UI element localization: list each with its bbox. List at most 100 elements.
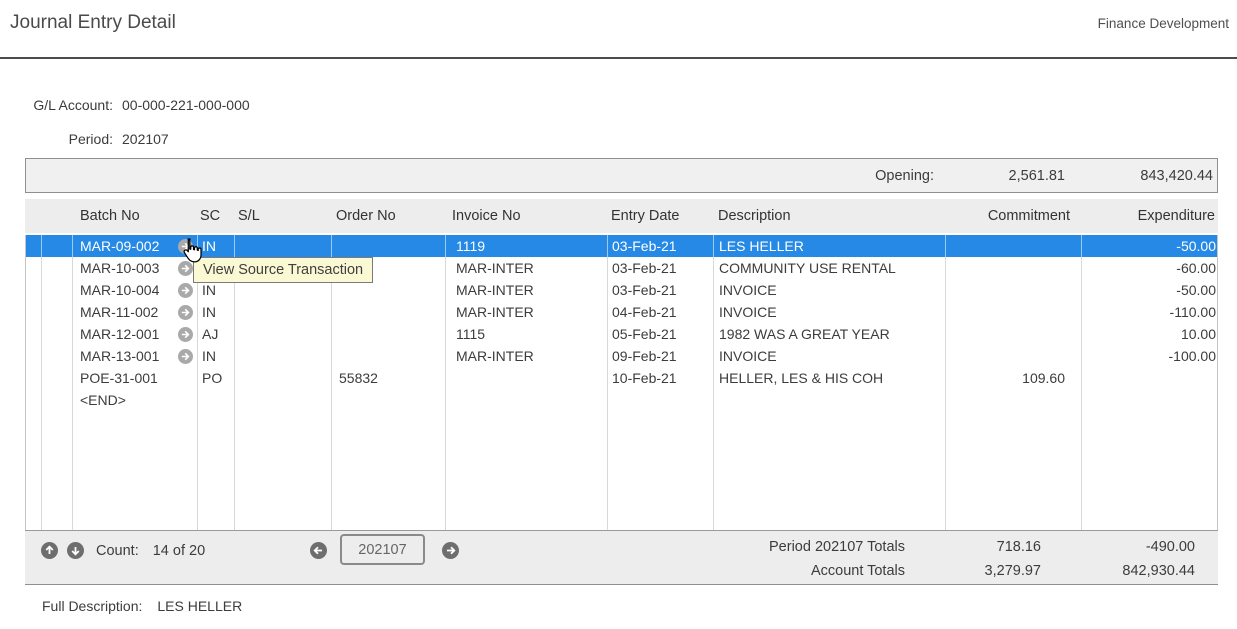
account-totals-commitment: 3,279.97: [945, 563, 1081, 579]
cell-expenditure: [1082, 367, 1219, 389]
cell-sc: PO: [198, 367, 235, 389]
cell-batch-no: <END>: [80, 392, 178, 408]
col-header-entry-date: Entry Date: [607, 208, 713, 224]
period-totals-label: Period 202107 Totals: [25, 539, 945, 555]
cell-expenditure: -60.00: [1082, 257, 1219, 279]
cell-invoice-no: 1115: [446, 323, 608, 345]
cell-description: COMMUNITY USE RENTAL: [714, 257, 946, 279]
account-totals-expenditure: 842,930.44: [1081, 563, 1218, 579]
period-label: Period:: [25, 131, 113, 147]
col-header-order-no: Order No: [331, 208, 445, 224]
full-description-value: LES HELLER: [157, 598, 242, 614]
col-header-description: Description: [713, 208, 945, 224]
cell-invoice-no: MAR-INTER: [446, 345, 608, 367]
cell-sl: [235, 367, 332, 389]
table-row[interactable]: MAR-13-001 IN MAR-INTER 09-Feb-21 INVOIC…: [26, 345, 1217, 367]
view-source-icon[interactable]: [178, 283, 193, 298]
cell-invoice-no: [446, 367, 608, 389]
cell-commitment: [946, 389, 1082, 411]
opening-commitment: 2,561.81: [944, 168, 1080, 184]
cell-order-no: [332, 235, 446, 257]
col-header-expenditure: Expenditure: [1081, 208, 1218, 224]
cell-entry-date: 10-Feb-21: [608, 367, 714, 389]
full-description-label: Full Description:: [42, 598, 142, 614]
table-row[interactable]: MAR-09-002 IN 1119 03-Feb-21 LES HELLER …: [26, 235, 1217, 257]
table-row[interactable]: MAR-12-001 AJ 1115 05-Feb-21 1982 WAS A …: [26, 323, 1217, 345]
col-header-invoice-no: Invoice No: [445, 208, 607, 224]
cell-entry-date: 04-Feb-21: [608, 301, 714, 323]
period-totals-commitment: 718.16: [945, 539, 1081, 555]
table-row[interactable]: <END>: [26, 389, 1217, 411]
opening-balance-row: Opening: 2,561.81 843,420.44: [25, 158, 1218, 193]
period-value: 202107: [122, 131, 169, 147]
cell-sl: [235, 235, 332, 257]
table-row[interactable]: MAR-11-002 IN MAR-INTER 04-Feb-21 INVOIC…: [26, 301, 1217, 323]
cell-batch-no: MAR-10-003: [80, 260, 178, 276]
view-source-icon[interactable]: [178, 327, 193, 342]
cell-batch-no: MAR-10-004: [80, 282, 178, 298]
cell-description: INVOICE: [714, 345, 946, 367]
cell-batch-no: MAR-13-001: [80, 348, 178, 364]
page-title: Journal Entry Detail: [10, 12, 176, 34]
cell-order-no: [332, 389, 446, 411]
cell-sl: [235, 345, 332, 367]
cell-sl: [235, 323, 332, 345]
cell-sc: IN: [198, 345, 235, 367]
cell-batch-no: MAR-12-001: [80, 326, 178, 342]
cell-entry-date: 09-Feb-21: [608, 345, 714, 367]
cell-entry-date: 05-Feb-21: [608, 323, 714, 345]
view-source-icon[interactable]: [178, 349, 193, 364]
cell-expenditure: -50.00: [1082, 279, 1219, 301]
cell-commitment: [946, 301, 1082, 323]
col-header-sl: S/L: [234, 208, 331, 224]
cell-order-no: [332, 323, 446, 345]
opening-expenditure: 843,420.44: [1080, 168, 1217, 184]
period-totals-expenditure: -490.00: [1081, 539, 1218, 555]
environment-label: Finance Development: [1098, 16, 1229, 31]
table-header: Batch No SC S/L Order No Invoice No Entr…: [25, 199, 1218, 233]
cell-entry-date: [608, 389, 714, 411]
cell-description: HELLER, LES & HIS COH: [714, 367, 946, 389]
table-empty-area: [26, 411, 1217, 530]
tooltip: View Source Transaction: [193, 257, 373, 283]
hand-cursor-icon: [179, 237, 204, 269]
totals: Period 202107 Totals 718.16 -490.00 Acco…: [25, 535, 1218, 583]
full-description-line: Full Description: LES HELLER: [42, 598, 242, 614]
cell-order-no: [332, 301, 446, 323]
cell-invoice-no: 1119: [446, 235, 608, 257]
cell-description: LES HELLER: [714, 235, 946, 257]
opening-label: Opening:: [26, 168, 944, 184]
cell-expenditure: -100.00: [1082, 345, 1219, 367]
cell-sc: [198, 389, 235, 411]
gl-account-line: G/L Account: 00-000-221-000-000: [25, 97, 250, 113]
cell-entry-date: 03-Feb-21: [608, 235, 714, 257]
cell-batch-no: MAR-11-002: [80, 304, 178, 320]
cell-invoice-no: MAR-INTER: [446, 279, 608, 301]
gl-account-label: G/L Account:: [25, 97, 113, 113]
cell-entry-date: 03-Feb-21: [608, 257, 714, 279]
cell-description: INVOICE: [714, 279, 946, 301]
table-row[interactable]: POE-31-001 PO 55832 10-Feb-21 HELLER, LE…: [26, 367, 1217, 389]
period-line: Period: 202107: [25, 131, 169, 147]
cell-invoice-no: MAR-INTER: [446, 257, 608, 279]
cell-order-no: [332, 345, 446, 367]
col-header-commitment: Commitment: [945, 208, 1081, 224]
view-source-icon[interactable]: [178, 305, 193, 320]
cell-sl: [235, 389, 332, 411]
cell-description: [714, 389, 946, 411]
gl-account-value: 00-000-221-000-000: [122, 97, 250, 113]
footer-bar: Count: 14 of 20 Period 202107 Totals 718…: [25, 530, 1218, 585]
cell-batch-no: MAR-09-002: [80, 238, 178, 254]
cell-batch-no: POE-31-001: [80, 370, 178, 386]
cell-sl: [235, 301, 332, 323]
cell-expenditure: 10.00: [1082, 323, 1219, 345]
cell-commitment: 109.60: [946, 367, 1082, 389]
tooltip-text: View Source Transaction: [203, 262, 363, 278]
cell-commitment: [946, 345, 1082, 367]
cell-sc: IN: [198, 301, 235, 323]
cell-commitment: [946, 235, 1082, 257]
cell-invoice-no: [446, 389, 608, 411]
cell-expenditure: -50.00: [1082, 235, 1219, 257]
account-totals-label: Account Totals: [25, 563, 945, 579]
cell-expenditure: -110.00: [1082, 301, 1219, 323]
